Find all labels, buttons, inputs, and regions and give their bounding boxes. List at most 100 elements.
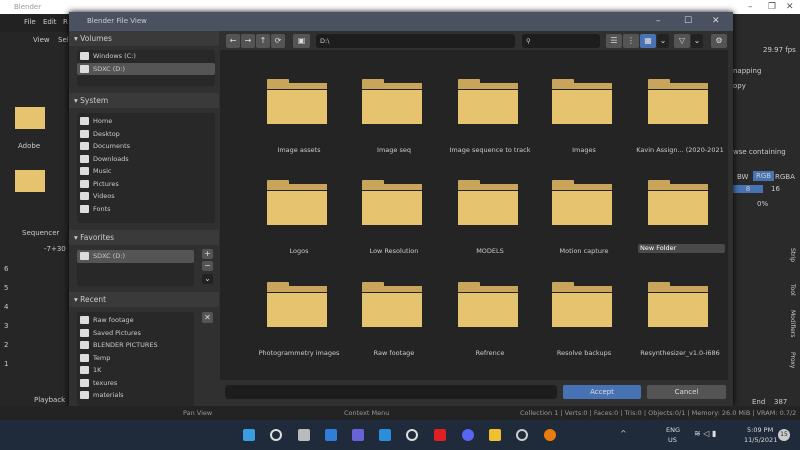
folder-item[interactable]: MODELS [440,180,540,280]
search-input[interactable]: ⚲ [522,34,600,48]
widgets-icon[interactable] [325,429,337,441]
favorites-menu-button[interactable]: ⌄ [202,274,213,284]
end-frame-field[interactable]: 387 [774,398,787,406]
tab-tool[interactable]: Tool [789,284,796,296]
favorites-header[interactable]: ▾ Favorites [69,230,219,245]
recent-header[interactable]: ▾ Recent [69,292,219,307]
system-item-desktop[interactable]: Desktop [77,128,215,141]
minimize-button[interactable]: – [748,0,753,14]
maximize-button[interactable]: ☐ [684,12,692,31]
accept-button[interactable]: Accept [563,385,641,399]
mode-rgba[interactable]: RGBA [775,173,795,181]
filter-button[interactable]: ▽ [674,34,690,48]
menu-edit[interactable]: Edit [43,18,57,26]
recent-item[interactable]: texures [77,377,194,390]
mode-bw[interactable]: BW [737,173,748,181]
directory-path-input[interactable]: D:\ [316,34,515,48]
cancel-button[interactable]: Cancel [647,385,726,399]
menu-view[interactable]: View [33,36,50,44]
recent-item[interactable]: Temp [77,352,194,365]
system-item-music[interactable]: Music [77,165,215,178]
thumbnails-button[interactable]: ▦ [640,34,656,48]
clock-time[interactable]: 5:09 PM [747,426,773,434]
close-button[interactable]: ✕ [786,0,794,14]
menu-select[interactable]: Sel [58,36,69,44]
playback-menu[interactable]: Playback [34,396,65,404]
start-icon[interactable] [243,429,255,441]
folder-item[interactable]: Photogrammetry images [249,282,349,382]
vertical-list-button[interactable]: ☰ [606,34,622,48]
system-item-documents[interactable]: Documents [77,140,215,153]
obs-icon[interactable] [406,429,418,441]
mode-rgb[interactable]: RGB [753,171,775,181]
discord-icon[interactable] [462,429,474,441]
blender-icon[interactable] [544,429,556,441]
volumes-header[interactable]: ▾ Volumes [69,31,219,46]
new-folder-button[interactable]: ▣ [293,34,310,48]
remove-favorite-button[interactable]: − [202,261,213,271]
task-view-icon[interactable] [298,429,310,441]
parent-directory-button[interactable]: ↑ [256,34,270,48]
recent-item[interactable]: 1K [77,364,194,377]
tab-strip[interactable]: Strip [789,248,796,262]
mail-icon[interactable] [379,429,391,441]
recent-item[interactable]: Saved Pictures [77,327,194,340]
wifi-volume-battery-icon[interactable]: ≋ ◁ ▮ [694,429,716,438]
recent-item[interactable]: materials [77,389,194,402]
rename-folder-input[interactable]: New Folder [638,244,725,253]
clear-recent-button[interactable]: ✕ [202,312,213,323]
app-icon[interactable] [516,429,528,441]
folder-item[interactable]: Resynthesizer_v1.0-i686 [630,282,730,382]
filename-input[interactable] [225,385,557,399]
system-item-downloads[interactable]: Downloads [77,153,215,166]
folder-item[interactable]: Refrence [440,282,540,382]
forward-button[interactable]: → [241,34,255,48]
teams-icon[interactable] [352,429,364,441]
language-indicator[interactable]: ENG [666,426,680,434]
folder-item[interactable]: Resolve backups [534,282,634,382]
notification-badge[interactable]: 15 [778,429,790,441]
close-button[interactable]: ✕ [712,12,720,31]
filter-dropdown[interactable]: ⌄ [691,34,703,48]
menu-file[interactable]: File [24,18,36,26]
folder-item[interactable]: Image assets [249,79,349,179]
depth-16[interactable]: 16 [771,185,780,193]
refresh-button[interactable]: ⟳ [271,34,285,48]
folder-item[interactable]: Image seq [344,79,444,179]
favorite-item[interactable]: SDXC (D:) [77,250,194,263]
tab-proxy[interactable]: Proxy [789,352,796,368]
sequencer-label[interactable]: Sequencer [22,229,59,237]
search-icon[interactable] [270,429,282,441]
tab-modifiers[interactable]: Modifiers [789,310,796,337]
display-size-dropdown[interactable]: ⌄ [657,34,669,48]
region-indicator[interactable]: US [668,436,677,444]
horizontal-list-button[interactable]: ⋮ [623,34,639,48]
folder-item[interactable]: Image sequence to track [440,79,540,179]
folder-item[interactable]: Motion capture [534,180,634,280]
minimize-button[interactable]: – [656,12,661,31]
volume-item[interactable]: SDXC (D:) [77,62,215,75]
system-item-fonts[interactable]: Fonts [77,203,215,216]
clock-date[interactable]: 11/5/2021 [744,436,777,444]
folder-item[interactable]: Logos [249,180,349,280]
youtube-icon[interactable] [434,429,446,441]
recent-item[interactable]: Raw footage [77,314,194,327]
folder-item[interactable]: Low Resolution [344,180,444,280]
system-item-videos[interactable]: Videos [77,190,215,203]
system-header[interactable]: ▾ System [69,93,219,108]
volume-item[interactable]: Windows (C:) [77,50,215,63]
folder-item[interactable]: Images [534,79,634,179]
restore-button[interactable]: ❐ [768,0,776,14]
fps-select[interactable]: 29.97 fps [763,46,796,54]
add-favorite-button[interactable]: + [202,249,213,259]
gear-icon[interactable]: ⚙ [711,34,727,48]
folder-item[interactable]: New Folder [630,180,730,280]
system-item-pictures[interactable]: Pictures [77,178,215,191]
menu-render[interactable]: R [63,18,68,26]
folder-item[interactable]: Kavin Assign... (2020-2021 [630,79,730,179]
recent-item[interactable]: BLENDER PICTURES [77,339,194,352]
back-button[interactable]: ← [226,34,240,48]
file-explorer-icon[interactable] [489,429,501,441]
tray-chevron-icon[interactable]: ^ [620,429,627,438]
system-item-home[interactable]: Home [77,115,215,128]
